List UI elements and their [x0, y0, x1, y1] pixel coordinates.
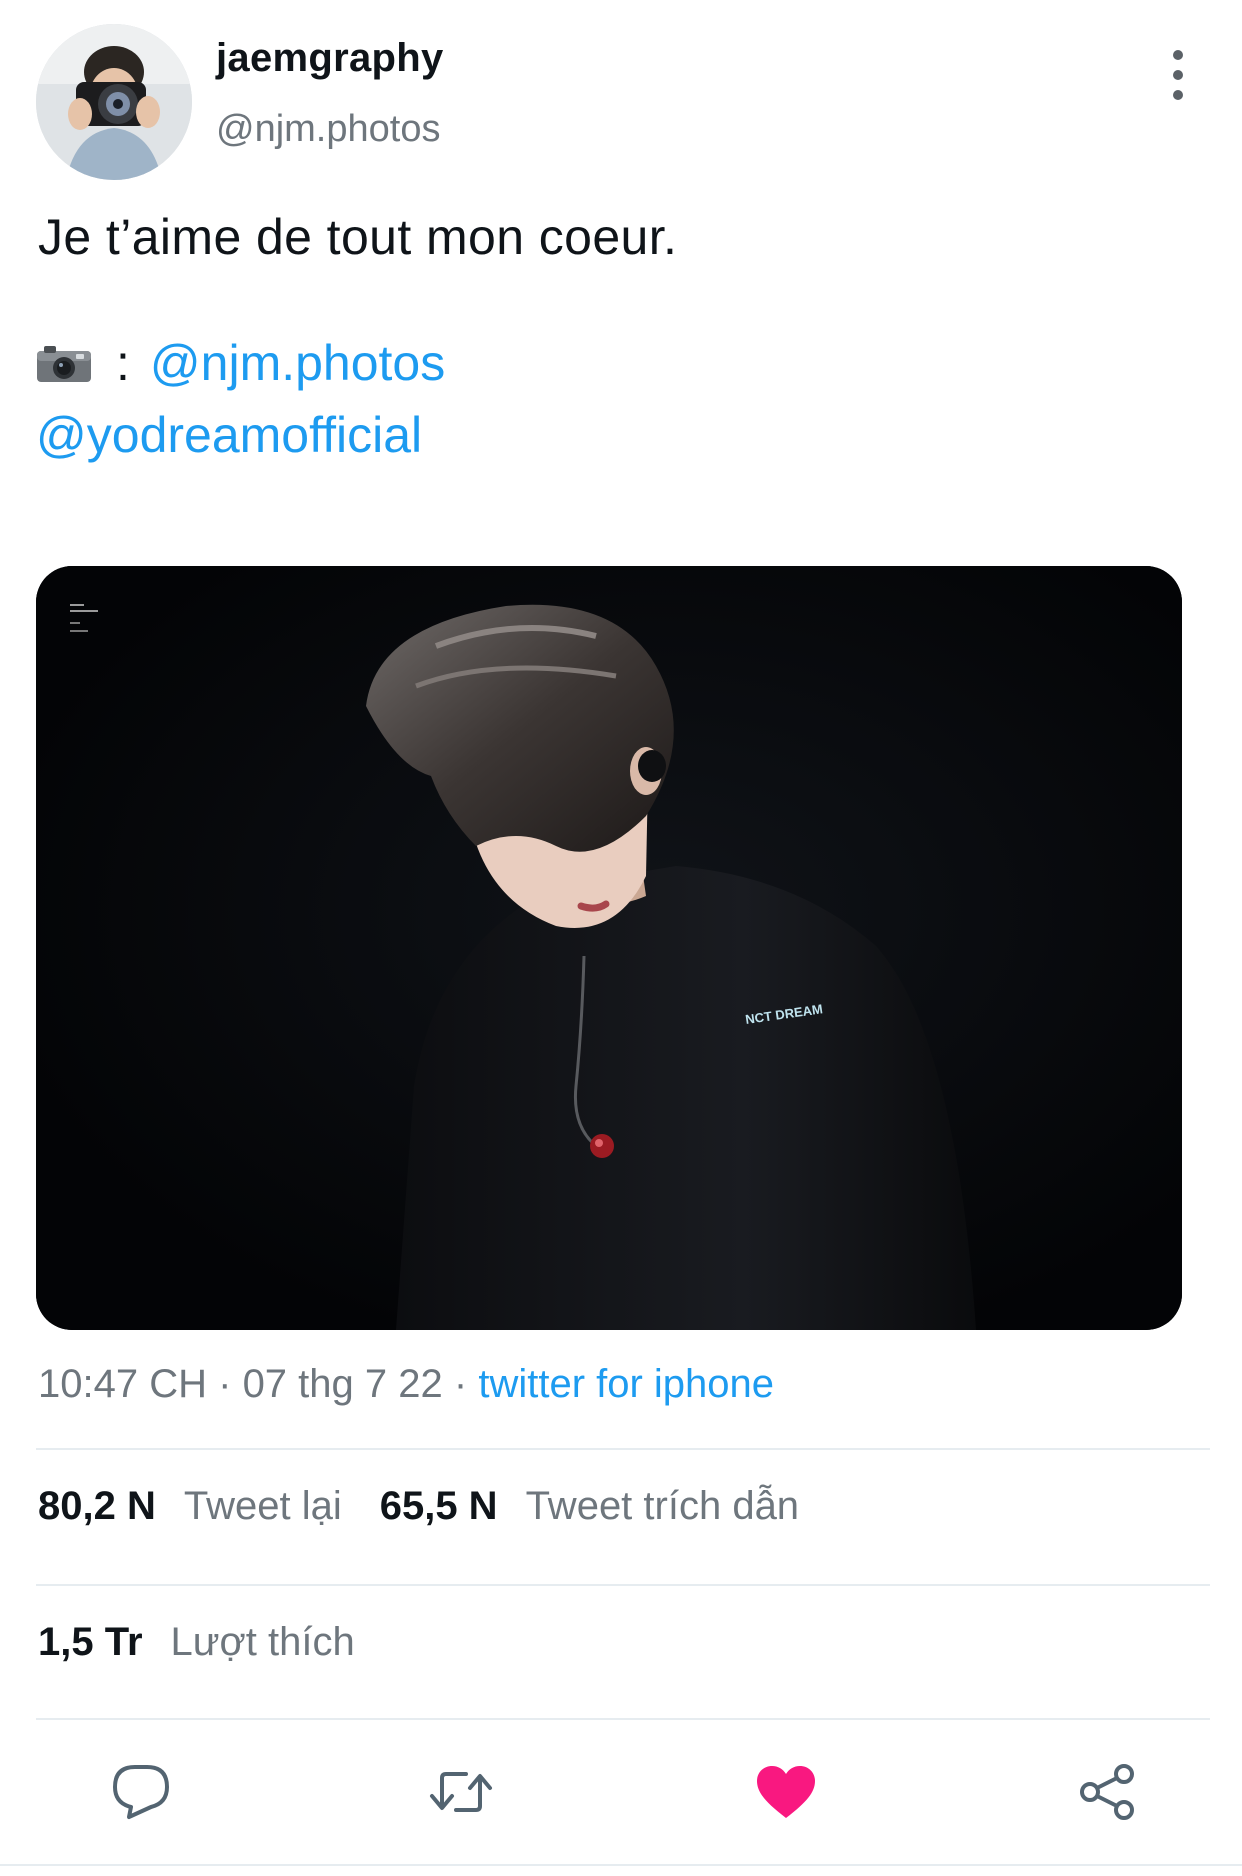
- tweet-meta: 10:47 CH · 07 thg 7 22 · twitter for iph…: [38, 1362, 774, 1407]
- tweet-source-link[interactable]: twitter for iphone: [478, 1362, 774, 1406]
- quotes-count: 65,5 N: [379, 1484, 498, 1528]
- tweet-date: 07 thg 7 22: [242, 1362, 443, 1406]
- divider: [36, 1718, 1210, 1720]
- engagement-stats: 80,2 N Tweet lại 65,5 N Tweet trích dẫn: [38, 1484, 837, 1529]
- retweet-button[interactable]: [421, 1752, 501, 1832]
- tweet-time: 10:47 CH: [38, 1362, 207, 1406]
- credit-separator: :: [116, 335, 130, 391]
- avatar[interactable]: [36, 24, 192, 180]
- share-icon: [1080, 1764, 1134, 1820]
- more-dot-icon: [1173, 70, 1183, 80]
- likes-stat[interactable]: 1,5 Tr Lượt thích: [38, 1620, 355, 1665]
- heart-icon: [757, 1766, 815, 1818]
- tweet-detail: jaemgraphy @njm.photos Je t’aime de tout…: [0, 0, 1242, 1876]
- more-options-button[interactable]: [1160, 50, 1196, 100]
- tweet-photo[interactable]: NCT DREAM: [36, 566, 1182, 1330]
- action-bar: [0, 1752, 1242, 1832]
- reply-button[interactable]: [101, 1752, 181, 1832]
- meta-separator: ·: [218, 1362, 232, 1406]
- concert-photo: NCT DREAM: [36, 566, 1182, 1330]
- retweet-icon: [430, 1772, 492, 1812]
- like-button[interactable]: [746, 1752, 826, 1832]
- retweets-stat[interactable]: 80,2 N Tweet lại: [38, 1484, 342, 1529]
- likes-stats: 1,5 Tr Lượt thích: [38, 1620, 393, 1665]
- retweets-count: 80,2 N: [38, 1484, 156, 1528]
- divider: [36, 1448, 1210, 1450]
- display-name[interactable]: jaemgraphy: [216, 36, 444, 81]
- meta-separator: ·: [453, 1362, 468, 1406]
- quotes-label: Tweet trích dẫn: [525, 1484, 800, 1528]
- share-button[interactable]: [1068, 1752, 1148, 1832]
- divider: [36, 1584, 1210, 1586]
- likes-count: 1,5 Tr: [38, 1620, 143, 1664]
- likes-label: Lượt thích: [170, 1620, 355, 1664]
- retweets-label: Tweet lại: [183, 1484, 342, 1528]
- avatar-image: [36, 24, 192, 180]
- photo-credit-line: : @njm.photos: [36, 334, 445, 392]
- more-dot-icon: [1173, 90, 1183, 100]
- reply-icon: [113, 1765, 169, 1819]
- quotes-stat[interactable]: 65,5 N Tweet trích dẫn: [380, 1484, 799, 1529]
- mention-link[interactable]: @yodreamofficial: [36, 406, 422, 464]
- bottom-divider: [0, 1864, 1242, 1866]
- more-dot-icon: [1173, 50, 1183, 60]
- user-handle[interactable]: @njm.photos: [216, 108, 440, 151]
- mention-link[interactable]: @njm.photos: [150, 334, 445, 392]
- tweet-text: Je t’aime de tout mon coeur.: [38, 209, 678, 265]
- camera-emoji-icon: [37, 346, 91, 382]
